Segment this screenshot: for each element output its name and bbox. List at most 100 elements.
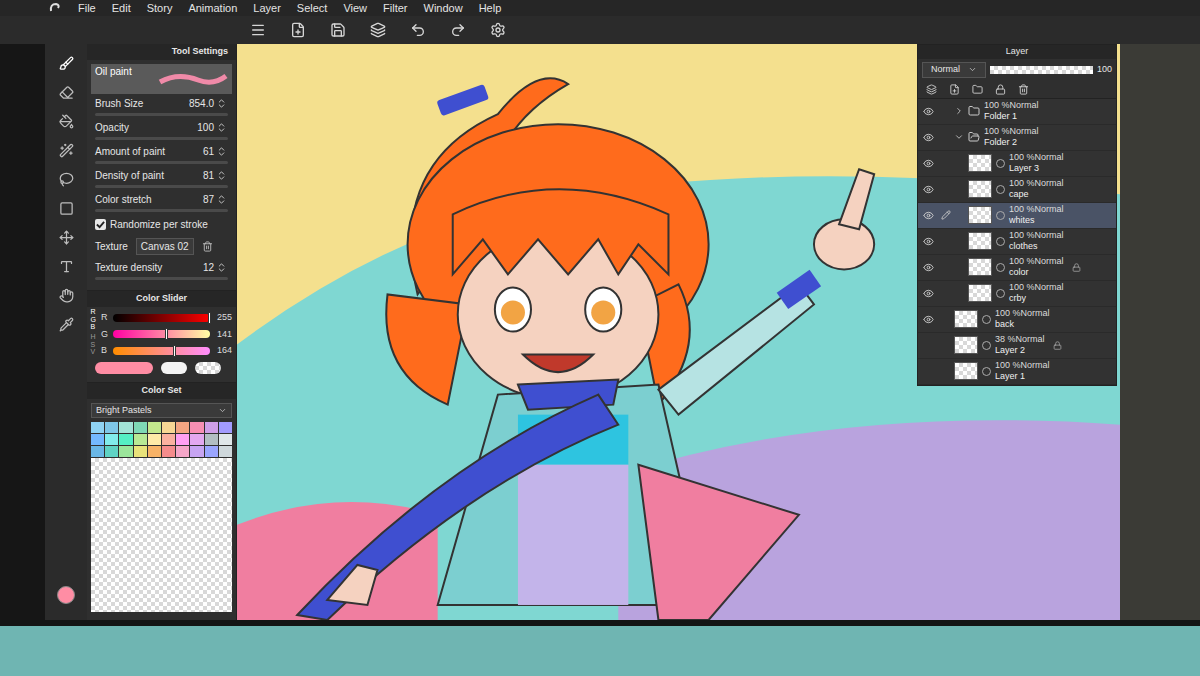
color-swatch[interactable] xyxy=(105,422,118,433)
layer-row[interactable]: 100 %NormalLayer 1 xyxy=(918,359,1116,385)
layer-tool-icon[interactable] xyxy=(1018,84,1029,95)
layer-row[interactable]: 100 %Normalcape xyxy=(918,177,1116,203)
color-swatch[interactable] xyxy=(119,446,132,457)
color-swatch[interactable] xyxy=(219,446,232,457)
main-color-chip[interactable] xyxy=(57,586,75,604)
color-swatch[interactable] xyxy=(205,446,218,457)
expand-icon[interactable] xyxy=(954,106,964,116)
setting-track[interactable] xyxy=(95,161,228,164)
color-set-select[interactable]: Bright Pastels xyxy=(91,403,232,419)
blend-select[interactable]: Normal xyxy=(922,62,986,78)
toolbar-icon[interactable] xyxy=(450,22,466,38)
color-swatch[interactable] xyxy=(119,434,132,445)
setting-row[interactable]: Opacity100 xyxy=(87,118,236,142)
color-channel[interactable]: B164 xyxy=(101,344,232,358)
menu-item[interactable]: Window xyxy=(424,0,463,16)
color-swatch[interactable] xyxy=(219,422,232,433)
eye-icon[interactable] xyxy=(923,236,934,247)
tool-icon[interactable] xyxy=(59,230,74,245)
setting-row[interactable]: Texture density12 xyxy=(87,258,236,282)
color-swatch[interactable] xyxy=(134,434,147,445)
main-color[interactable] xyxy=(95,362,153,374)
color-swatch[interactable] xyxy=(105,434,118,445)
layer-tool-icon[interactable] xyxy=(949,84,960,95)
tool-icon[interactable] xyxy=(59,172,74,187)
layer-tool-icon[interactable] xyxy=(926,84,937,95)
color-swatch[interactable] xyxy=(162,446,175,457)
color-swatch[interactable] xyxy=(190,434,203,445)
setting-row[interactable]: Brush Size854.0 xyxy=(87,94,236,118)
trash-icon[interactable] xyxy=(202,241,213,252)
color-swatch[interactable] xyxy=(119,422,132,433)
color-swatch[interactable] xyxy=(162,422,175,433)
color-swatch[interactable] xyxy=(91,434,104,445)
menu-item[interactable]: Filter xyxy=(383,0,407,16)
channel-handle[interactable] xyxy=(173,345,176,357)
menu-item[interactable]: Story xyxy=(147,0,173,16)
menu-item[interactable]: Select xyxy=(297,0,328,16)
layer-row[interactable]: 100 %NormalFolder 2 xyxy=(918,125,1116,151)
tool-icon[interactable] xyxy=(59,288,74,303)
color-swatch[interactable] xyxy=(148,446,161,457)
color-swatch[interactable] xyxy=(91,446,104,457)
setting-value[interactable]: 100 xyxy=(197,120,214,135)
color-swatch[interactable] xyxy=(190,446,203,457)
color-swatch[interactable] xyxy=(105,446,118,457)
color-swatch[interactable] xyxy=(176,446,189,457)
layer-row[interactable]: 100 %Normalback xyxy=(918,307,1116,333)
layer-row[interactable]: 100 %Normalcolor xyxy=(918,255,1116,281)
expand-icon[interactable] xyxy=(954,132,964,142)
toolbar-icon[interactable] xyxy=(330,22,346,38)
channel-handle[interactable] xyxy=(208,312,211,324)
tool-icon[interactable] xyxy=(59,56,74,71)
eye-icon[interactable] xyxy=(923,314,934,325)
setting-value[interactable]: 12 xyxy=(203,260,214,275)
setting-track[interactable] xyxy=(95,277,228,280)
app-logo-icon[interactable] xyxy=(48,1,62,15)
menu-item[interactable]: Layer xyxy=(253,0,281,16)
spinner[interactable] xyxy=(216,170,228,182)
color-swatch[interactable] xyxy=(148,422,161,433)
color-swatch[interactable] xyxy=(134,446,147,457)
eye-icon[interactable] xyxy=(923,288,934,299)
spinner[interactable] xyxy=(216,194,228,206)
menu-item[interactable]: File xyxy=(78,0,96,16)
setting-value[interactable]: 81 xyxy=(203,168,214,183)
setting-row[interactable]: Amount of paint61 xyxy=(87,142,236,166)
brush-preview[interactable]: Oil paint xyxy=(91,64,232,94)
eye-icon[interactable] xyxy=(923,210,934,221)
color-swatch[interactable] xyxy=(91,422,104,433)
setting-value[interactable]: 61 xyxy=(203,144,214,159)
layer-row[interactable]: 100 %NormalLayer 3 xyxy=(918,151,1116,177)
setting-row[interactable]: TextureCanvas 02 xyxy=(87,235,236,258)
toolbar-icon[interactable] xyxy=(370,22,386,38)
tool-icon[interactable] xyxy=(59,143,74,158)
layer-row[interactable]: 38 %NormalLayer 2 xyxy=(918,333,1116,359)
eye-icon[interactable] xyxy=(923,132,934,143)
color-swatch[interactable] xyxy=(176,434,189,445)
color-channel[interactable]: G141 xyxy=(101,328,232,342)
setting-row[interactable]: Randomize per stroke xyxy=(87,214,236,235)
layer-row[interactable]: 100 %NormalFolder 1 xyxy=(918,99,1116,125)
spinner[interactable] xyxy=(216,98,228,110)
toolbar-icon[interactable] xyxy=(490,22,506,38)
channel-handle[interactable] xyxy=(165,328,168,340)
tool-icon[interactable] xyxy=(59,85,74,100)
eye-icon[interactable] xyxy=(923,262,934,273)
layer-row[interactable]: 100 %Normalwhites xyxy=(918,203,1116,229)
color-mode-tab[interactable]: RGB xyxy=(91,308,98,331)
menu-item[interactable]: View xyxy=(343,0,367,16)
spinner[interactable] xyxy=(216,122,228,134)
color-swatch[interactable] xyxy=(134,422,147,433)
eye-icon[interactable] xyxy=(923,106,934,117)
spinner[interactable] xyxy=(216,146,228,158)
tool-icon[interactable] xyxy=(59,317,74,332)
layer-tool-icon[interactable] xyxy=(972,84,983,95)
menu-item[interactable]: Help xyxy=(479,0,502,16)
spinner[interactable] xyxy=(216,262,228,274)
toolbar-icon[interactable] xyxy=(250,22,266,38)
toolbar-icon[interactable] xyxy=(290,22,306,38)
color-swatch[interactable] xyxy=(176,422,189,433)
setting-track[interactable] xyxy=(95,137,228,140)
sub-color[interactable] xyxy=(161,362,187,374)
